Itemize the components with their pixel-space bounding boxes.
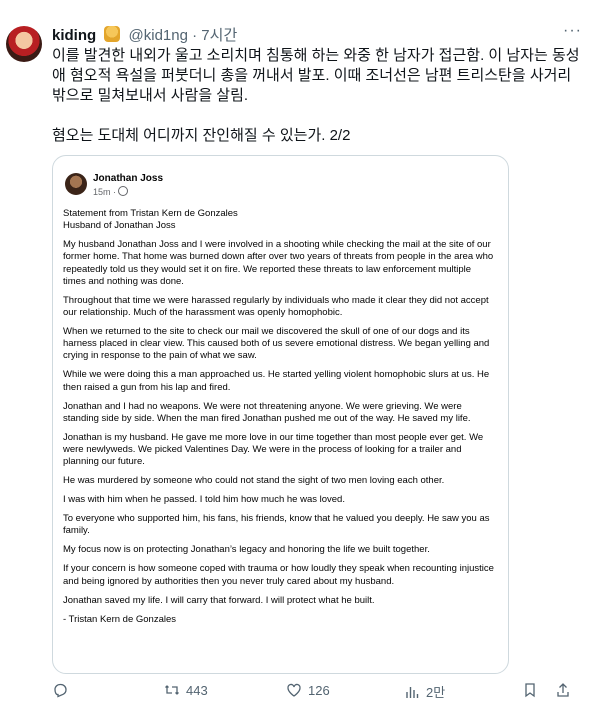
tweet-text-line: 애 혐오적 욕설을 퍼붓더니 총을 꺼내서 발포. 이때 조너선은 남편 트리스…: [52, 67, 572, 84]
tweet-text: 이를 발견한 내외가 울고 소리치며 침통해 하는 와중 한 남자가 접근함. …: [52, 46, 580, 146]
post-body: Statement from Tristan Kern de Gonzales …: [63, 208, 495, 633]
separator: ·: [192, 27, 198, 44]
post-paragraph: Jonathan is my husband. He gave me more …: [63, 431, 484, 468]
more-options-icon[interactable]: ···: [563, 22, 582, 40]
retweet-button[interactable]: 443: [164, 682, 208, 698]
share-button[interactable]: [555, 682, 571, 698]
reply-icon: [54, 683, 67, 698]
post-paragraph: My focus now is on protecting Jonathan’s…: [63, 544, 430, 556]
post-paragraph: If your concern is how someone coped wit…: [63, 563, 494, 587]
post-paragraph: While we were doing this a man approache…: [63, 369, 490, 393]
post-paragraph: Jonathan saved my life. I will carry tha…: [63, 594, 375, 606]
author-name[interactable]: kiding: [52, 27, 96, 44]
heart-icon: [287, 683, 301, 697]
post-paragraph: I was with him when he passed. I told hi…: [63, 494, 345, 506]
like-count: 126: [308, 682, 330, 698]
tweet-header: kiding @kid1ng · 7시간: [52, 24, 582, 46]
retweet-icon: [165, 685, 179, 695]
like-button[interactable]: 126: [286, 682, 330, 698]
tweet-text-line: 이를 발견한 내외가 울고 소리치며 침통해 하는 와중 한 남자가 접근함. …: [52, 47, 580, 64]
post-signature: - Tristan Kern de Gonzales: [63, 613, 176, 625]
post-paragraph: Statement from Tristan Kern de Gonzales …: [63, 208, 238, 232]
globe-icon: [118, 186, 129, 196]
tweet-text-line: 밖으로 밀쳐보내서 사람을 살림.: [52, 87, 249, 104]
tweet-text-line: 혐오는 도대체 어디까지 잔인해질 수 있는가. 2/2: [52, 127, 351, 144]
poster-meta: 15m ·: [93, 186, 129, 197]
retweet-count: 443: [186, 682, 208, 698]
reply-button[interactable]: [52, 682, 68, 698]
bookmark-button[interactable]: [522, 682, 538, 698]
post-paragraph: Jonathan and I had no weapons. We were n…: [63, 400, 471, 424]
post-paragraph: When we returned to the site to check ou…: [63, 326, 490, 362]
attached-image[interactable]: Jonathan Joss 15m · Statement from Trist…: [52, 155, 509, 674]
post-paragraph: To everyone who supported him, his fans,…: [63, 513, 490, 537]
poster-time: 15m ·: [93, 187, 117, 197]
action-bar: 443 126 2만: [52, 682, 582, 702]
poster-name: Jonathan Joss: [93, 173, 164, 184]
share-icon: [557, 683, 569, 697]
author-handle[interactable]: @kid1ng: [129, 27, 188, 44]
tweet[interactable]: kiding @kid1ng · 7시간 ··· 이를 발견한 내외가 울고 소…: [0, 0, 594, 700]
post-paragraph: My husband Jonathan Joss and I were invo…: [63, 239, 494, 287]
timestamp[interactable]: 7시간: [201, 27, 237, 44]
avatar[interactable]: [6, 26, 42, 62]
poster-avatar: [65, 173, 87, 195]
post-paragraph: Throughout that time we were harassed re…: [63, 294, 489, 319]
post-paragraph: He was murdered by someone who could not…: [63, 475, 445, 487]
emoji-badge-icon: [104, 26, 121, 42]
bookmark-icon: [525, 683, 535, 698]
